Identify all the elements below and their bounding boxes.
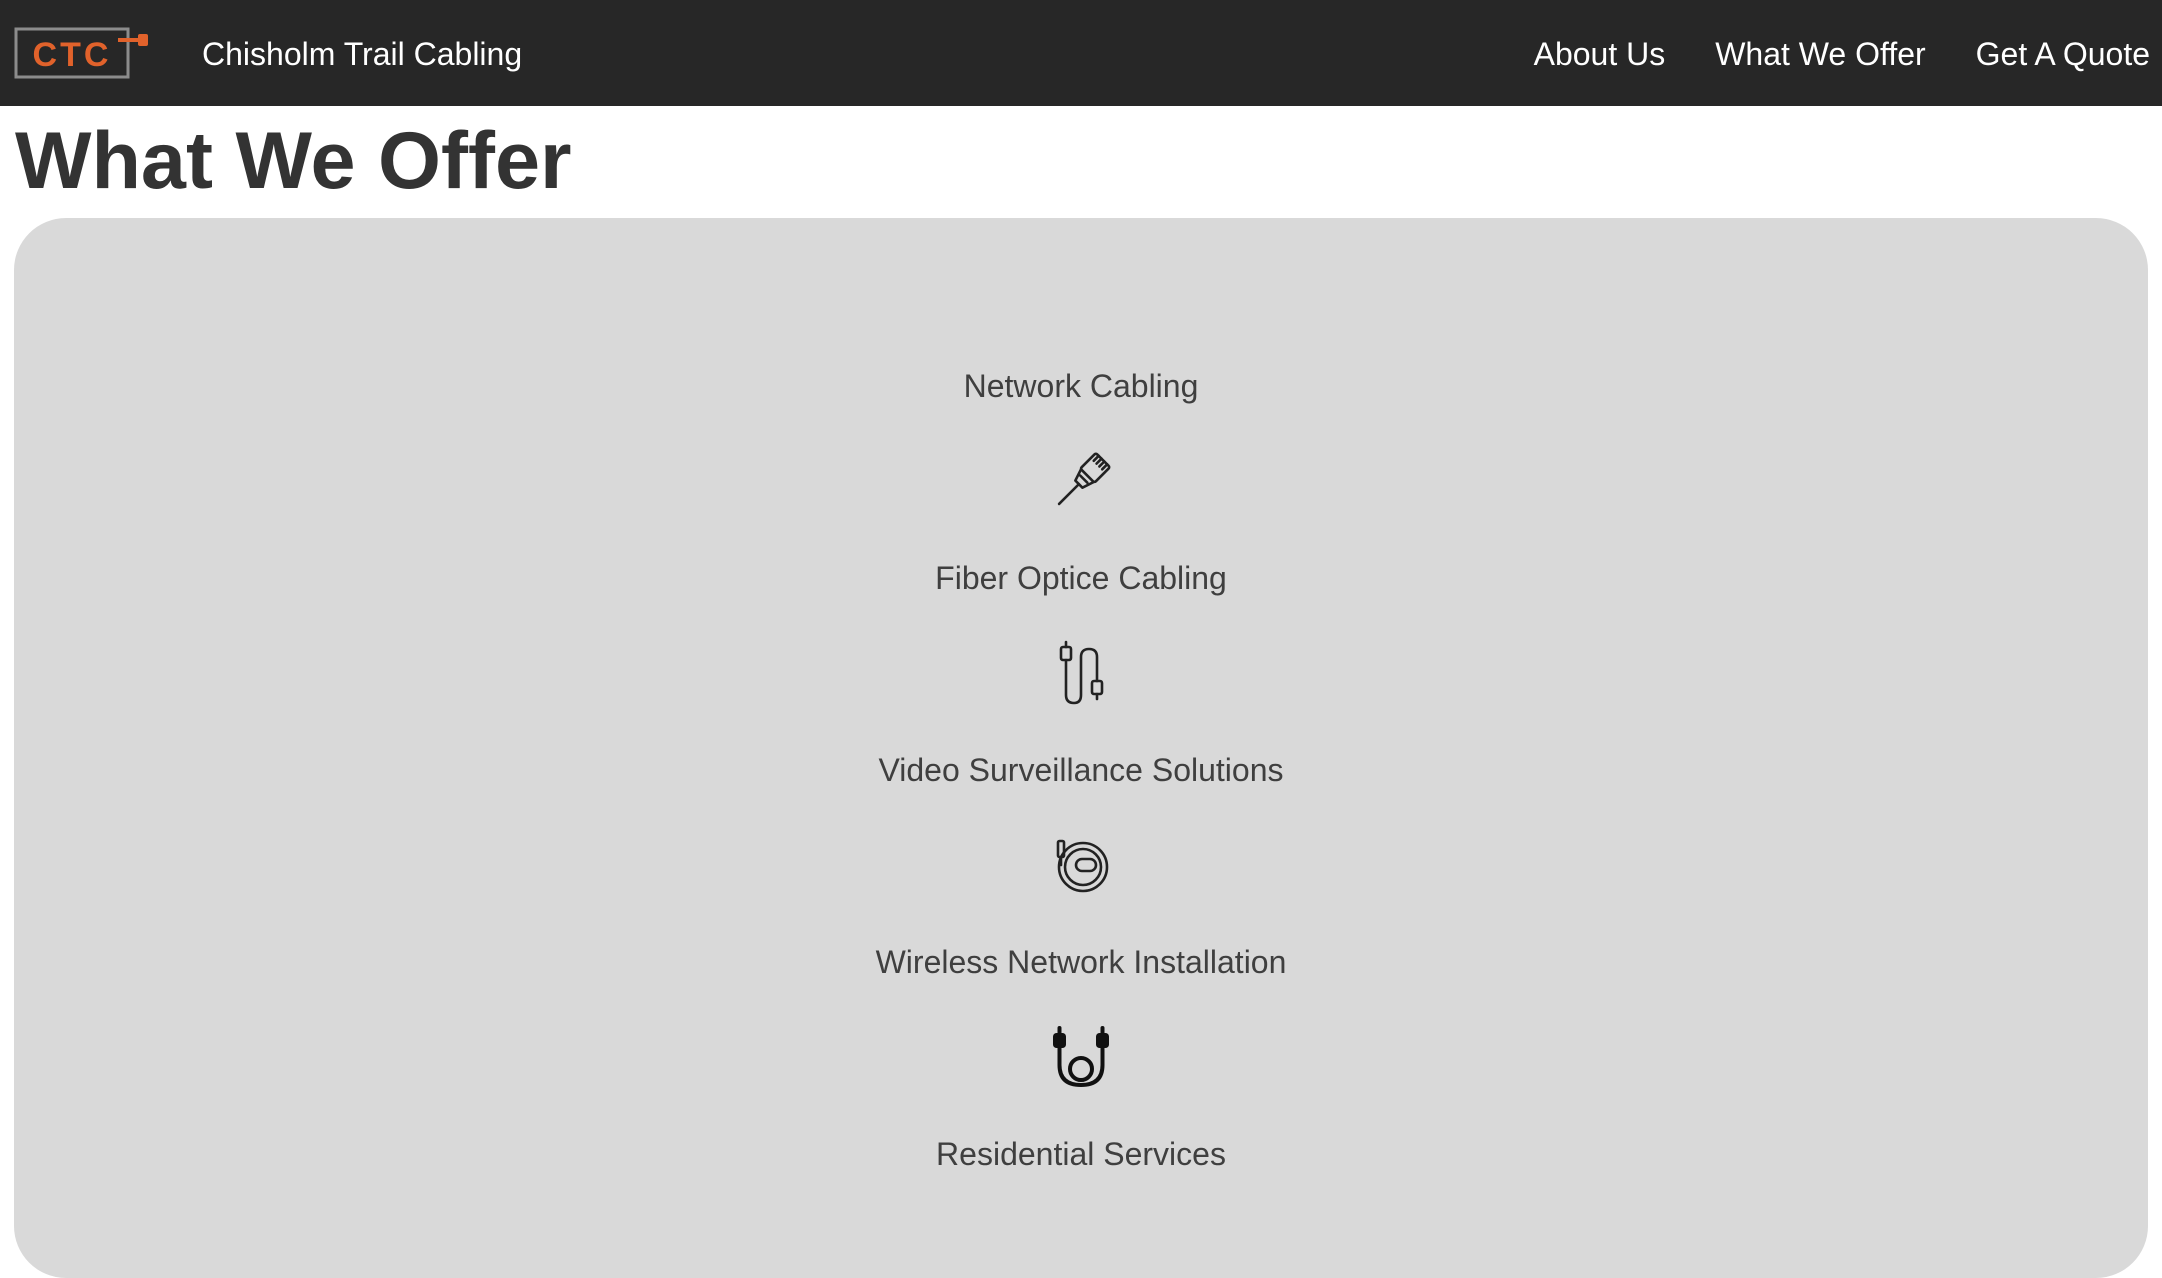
- top-navbar: CTC Chisholm Trail Cabling About Us What…: [0, 0, 2162, 106]
- looped-connector-cable-icon: [1053, 1026, 1109, 1087]
- nav-about-us[interactable]: About Us: [1534, 32, 1666, 76]
- ctc-logo[interactable]: CTC: [14, 26, 154, 82]
- usb-cable-icon: [1059, 640, 1104, 705]
- service-video-surveillance-solutions: Video Surveillance Solutions: [878, 752, 1284, 788]
- service-fiber-optice-cabling: Fiber Optice Cabling: [935, 560, 1227, 596]
- ethernet-plug-icon: [1057, 452, 1111, 506]
- services-card: Network Cabling Fiber Optice Cabling Vid…: [14, 218, 2148, 1278]
- brand-name-link[interactable]: Chisholm Trail Cabling: [202, 32, 522, 76]
- nav-links: About Us What We Offer Get A Quote: [1534, 32, 2150, 76]
- nav-get-a-quote[interactable]: Get A Quote: [1976, 32, 2150, 76]
- page-title: What We Offer: [15, 116, 572, 206]
- nav-what-we-offer[interactable]: What We Offer: [1715, 32, 1925, 76]
- service-network-cabling: Network Cabling: [963, 368, 1199, 404]
- coiled-cable-icon: [1056, 839, 1109, 893]
- logo-text: CTC: [33, 36, 112, 74]
- service-wireless-network-installation: Wireless Network Installation: [875, 944, 1287, 980]
- service-residential-services: Residential Services: [936, 1136, 1226, 1172]
